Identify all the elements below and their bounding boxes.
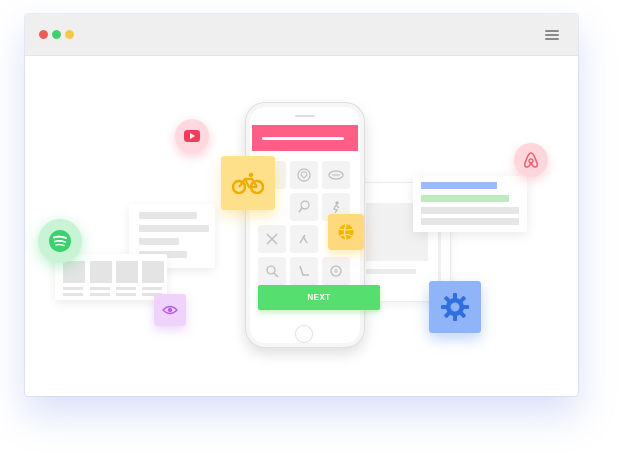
maximize-window-button[interactable] <box>52 30 61 39</box>
eye-tile[interactable] <box>154 294 186 326</box>
gear-icon <box>441 293 469 321</box>
close-window-button[interactable] <box>39 30 48 39</box>
right-list-card <box>413 176 527 232</box>
hockey-icon[interactable] <box>290 257 318 285</box>
volleyball-tile <box>328 214 364 250</box>
crossed-swords-icon[interactable] <box>258 225 286 253</box>
airbnb-badge[interactable] <box>514 143 548 177</box>
soccer-ball-icon[interactable] <box>290 161 318 189</box>
minimize-window-button[interactable] <box>65 30 74 39</box>
youtube-icon <box>184 130 200 142</box>
magnifier-icon[interactable] <box>258 257 286 285</box>
phone-speaker <box>295 115 315 117</box>
football-icon[interactable] <box>322 161 350 189</box>
phone-home-button[interactable] <box>295 325 313 343</box>
cycling-tile <box>221 156 275 210</box>
bicycle-icon <box>232 172 264 194</box>
volleyball-icon <box>338 224 354 240</box>
airbnb-icon <box>524 152 538 168</box>
next-button[interactable]: NEXT <box>258 285 380 310</box>
settings-tile[interactable] <box>429 281 481 333</box>
phone-header-bar <box>252 125 358 151</box>
bowling-icon[interactable] <box>322 257 350 285</box>
thumbnail-grid-card <box>55 254 167 300</box>
rugby-icon[interactable] <box>290 225 318 253</box>
window-titlebar <box>25 14 578 56</box>
browser-window: NEXT <box>25 14 578 396</box>
spotify-badge[interactable] <box>38 219 82 263</box>
spotify-icon <box>49 230 71 252</box>
eye-icon <box>162 305 178 315</box>
hamburger-icon[interactable] <box>543 28 561 42</box>
ping-pong-icon[interactable] <box>290 193 318 221</box>
youtube-badge[interactable] <box>175 119 209 153</box>
